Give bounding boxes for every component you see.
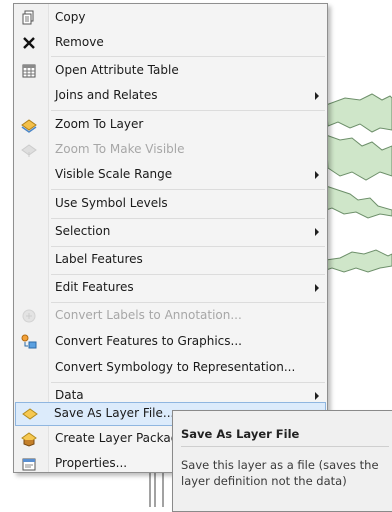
menu-separator [51,382,325,383]
menu-item-use-symbol-levels[interactable]: Use Symbol Levels [16,192,325,216]
zoom-layer-icon [21,117,37,133]
menu-item-label: Selection [55,224,111,238]
menu-item-label: Convert Features to Graphics... [55,334,242,348]
menu-item-label: Zoom To Make Visible [55,142,185,156]
table-icon [21,63,37,79]
menu-item-label: Open Attribute Table [55,63,179,77]
menu-separator [51,274,325,275]
menu-item-open-attribute-table[interactable]: Open Attribute Table [16,59,325,83]
menu-separator [51,246,325,247]
menu-separator [51,56,325,57]
menu-item-label: Visible Scale Range [55,167,173,181]
menu-item-joins-and-relates[interactable]: Joins and Relates [16,84,325,108]
convert-features-icon [21,334,37,350]
layer-context-menu: Copy Remove Open Attribute Table Joins a… [13,3,328,473]
remove-icon [21,35,37,51]
tooltip-description: Save this layer as a file (saves the lay… [181,458,379,488]
tooltip-title: Save As Layer File [181,427,300,441]
submenu-arrow-icon [315,228,319,236]
menu-item-remove[interactable]: Remove [16,31,325,55]
menu-item-label: Zoom To Layer [55,117,144,131]
submenu-arrow-icon [315,392,319,400]
menu-item-label: Convert Labels to Annotation... [55,308,242,322]
menu-item-selection[interactable]: Selection [16,220,325,244]
map-frame-lines [149,471,164,507]
menu-item-label-features[interactable]: Label Features [16,248,325,272]
menu-item-edit-features[interactable]: Edit Features [16,276,325,300]
zoom-visible-icon [21,142,37,158]
menu-item-label: Properties... [55,456,128,470]
menu-item-label: Convert Symbology to Representation... [55,360,296,374]
menu-separator [51,302,325,303]
menu-separator [51,218,325,219]
tooltip-divider [181,446,389,447]
menu-item-convert-symbology-to-representation[interactable]: Convert Symbology to Representation... [16,356,325,380]
menu-separator [51,110,325,111]
menu-item-zoom-to-layer[interactable]: Zoom To Layer [16,113,325,137]
save-layer-icon [22,406,38,422]
menu-item-copy[interactable]: Copy [16,6,325,30]
menu-item-label: Save As Layer File... [54,406,175,420]
properties-icon [21,456,37,472]
convert-labels-icon [21,308,37,324]
menu-item-zoom-to-make-visible[interactable]: Zoom To Make Visible [16,138,325,162]
menu-item-label: Remove [55,35,104,49]
menu-item-label: Data [55,388,84,402]
menu-item-convert-labels-to-annotation[interactable]: Convert Labels to Annotation... [16,304,325,328]
menu-item-label: Use Symbol Levels [55,196,168,210]
menu-item-label: Edit Features [55,280,134,294]
copy-icon [21,10,37,26]
menu-item-convert-features-to-graphics[interactable]: Convert Features to Graphics... [16,330,325,354]
tooltip: Save As Layer File Save this layer as a … [172,410,392,512]
menu-item-visible-scale-range[interactable]: Visible Scale Range [16,163,325,187]
submenu-arrow-icon [315,92,319,100]
layer-package-icon [21,431,37,447]
menu-item-label: Copy [55,10,86,24]
menu-item-label: Label Features [55,252,143,266]
menu-item-label: Joins and Relates [55,88,158,102]
menu-separator [51,189,325,190]
map-features [325,93,392,273]
submenu-arrow-icon [315,284,319,292]
submenu-arrow-icon [315,171,319,179]
